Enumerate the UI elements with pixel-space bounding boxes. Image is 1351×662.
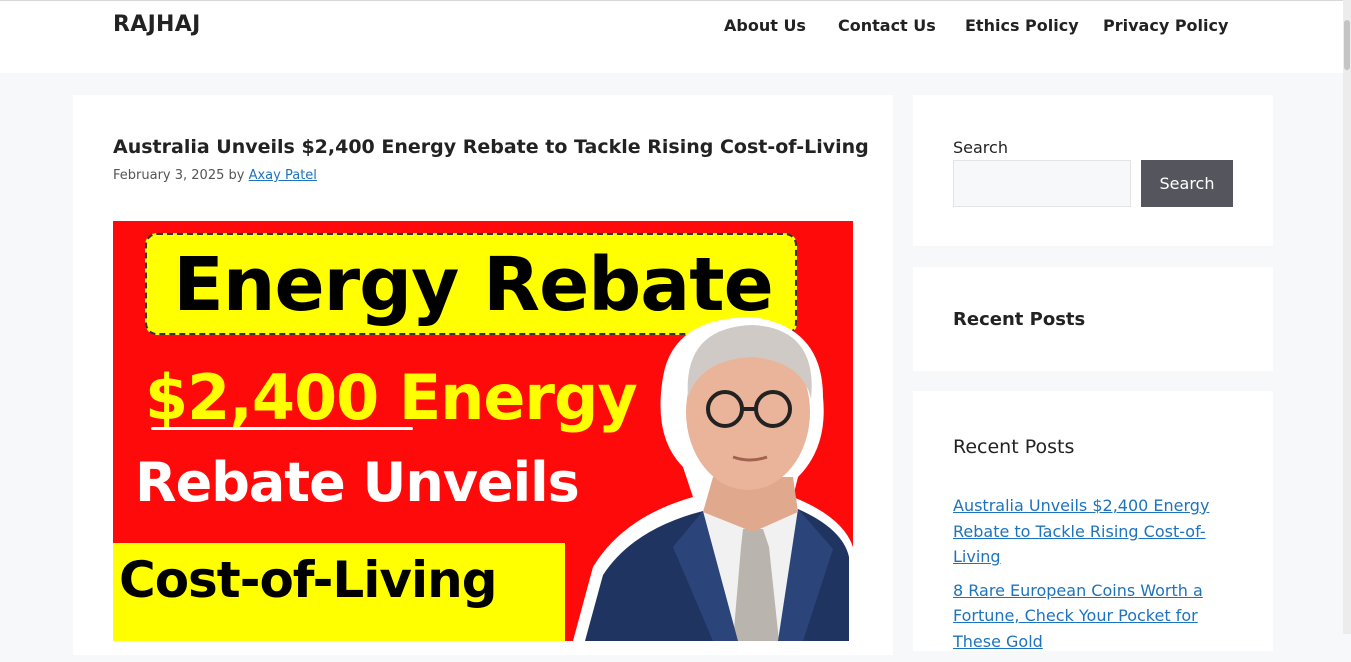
recent-posts-heading-2: Recent Posts: [953, 436, 1075, 458]
recent-posts-widget-2: Recent Posts Australia Unveils $2,400 En…: [913, 391, 1273, 651]
image-banner-bottom: Cost-of-Living: [113, 543, 565, 641]
primary-nav: About Us Contact Us Ethics Policy Privac…: [0, 16, 1343, 36]
search-button[interactable]: Search: [1141, 160, 1233, 207]
list-item: Australia Unveils $2,400 Energy Rebate t…: [953, 493, 1243, 570]
post-by: by: [228, 168, 245, 183]
nav-ethics-policy[interactable]: Ethics Policy: [965, 16, 1079, 35]
list-item: 8 Rare European Coins Worth a Fortune, C…: [953, 578, 1243, 655]
recent-post-link[interactable]: 8 Rare European Coins Worth a Fortune, C…: [953, 581, 1203, 651]
recent-post-link[interactable]: Australia Unveils $2,400 Energy Rebate t…: [953, 496, 1209, 566]
image-underline: [151, 427, 413, 430]
scrollbar-thumb[interactable]: [1344, 20, 1350, 70]
page-scrollbar[interactable]: [1343, 0, 1351, 634]
nav-privacy-policy[interactable]: Privacy Policy: [1103, 16, 1228, 35]
search-label: Search: [953, 138, 1008, 157]
post-date: February 3, 2025: [113, 168, 225, 183]
nav-about-us[interactable]: About Us: [724, 16, 806, 35]
post-article: Australia Unveils $2,400 Energy Rebate t…: [73, 95, 893, 655]
image-rebate-text: Rebate Unveils: [135, 451, 580, 514]
featured-image: Energy Rebate $2,400 Energy Rebate Unvei…: [113, 221, 853, 641]
recent-posts-heading: Recent Posts: [953, 309, 1086, 330]
person-portrait-illustration: [573, 317, 853, 641]
post-author-link[interactable]: Axay Patel: [249, 168, 317, 183]
recent-posts-list: Australia Unveils $2,400 Energy Rebate t…: [953, 493, 1243, 662]
recent-posts-widget-1: Recent Posts: [913, 267, 1273, 371]
post-title: Australia Unveils $2,400 Energy Rebate t…: [113, 136, 869, 158]
site-header: RAJHAJ About Us Contact Us Ethics Policy…: [0, 1, 1343, 73]
image-cost-text: Cost-of-Living: [119, 551, 498, 609]
nav-contact-us[interactable]: Contact Us: [838, 16, 936, 35]
search-widget: Search Search: [913, 95, 1273, 246]
search-input[interactable]: [953, 160, 1131, 207]
post-meta: February 3, 2025 by Axay Patel: [113, 168, 317, 183]
